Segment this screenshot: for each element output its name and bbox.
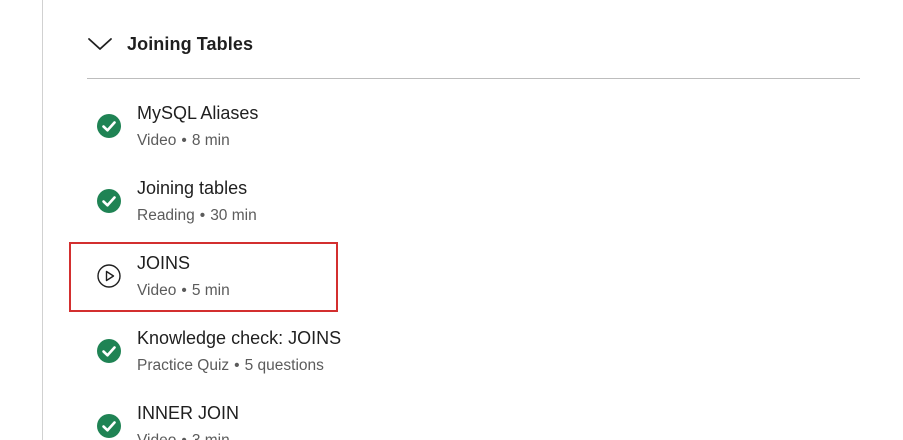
item-detail: 3 min [192,432,230,440]
module-title: Joining Tables [127,33,254,54]
item-title: Knowledge check: JOINS [137,328,342,348]
item-type: Video [137,132,177,149]
item-title: JOINS [137,253,191,273]
check-circle-icon [97,114,121,138]
item-type: Video [137,282,177,299]
separator-dot: • [181,132,187,149]
item-meta: Video • 3 min [137,432,230,440]
left-border-line [42,0,43,440]
check-circle-icon [97,339,121,363]
list-item-knowledge-check-joins[interactable]: Knowledge check: JOINS Practice Quiz • 5 q… [87,317,860,387]
item-meta: Reading • 30 min [137,207,257,225]
check-circle-icon [97,189,121,213]
item-detail: 5 min [191,282,230,299]
list-item-inner-join[interactable]: INNER JOIN Video • 3 min [87,392,860,440]
separator-dot: • [181,432,186,440]
item-type: Video [137,432,176,440]
course-outline-page: Joining Tables MySQL Aliases Video • 8 min… [0,0,903,440]
list-item-mysql-aliases[interactable]: MySQL Aliases Video • 8 min [87,92,860,162]
item-meta: Video • 8 min [137,132,230,150]
check-circle-icon [97,414,121,438]
separator-dot: • [199,207,206,224]
item-title: MySQL Aliases [137,103,259,123]
module-header-joining-tables[interactable]: Joining Tables [87,24,860,64]
item-meta: Video • 5 min [137,282,230,300]
item-detail: 8 min [191,132,230,149]
header-divider [87,78,860,79]
item-detail: 5 questions [244,357,324,374]
item-type: Practice Quiz [137,357,230,374]
separator-dot: • [181,282,187,299]
separator-dot: • [234,357,240,374]
item-detail: 30 min [210,207,257,224]
item-type: Reading [137,207,195,224]
item-title: Joining tables [137,178,248,198]
play-circle-icon [97,264,121,288]
list-item-joins[interactable]: JOINS Video • 5 min [87,242,860,312]
list-item-joining-tables[interactable]: Joining tables Reading • 30 min [87,167,860,237]
item-title: INNER JOIN [137,403,240,423]
chevron-down-icon[interactable] [87,36,113,52]
item-meta: Practice Quiz • 5 questions [137,357,324,375]
